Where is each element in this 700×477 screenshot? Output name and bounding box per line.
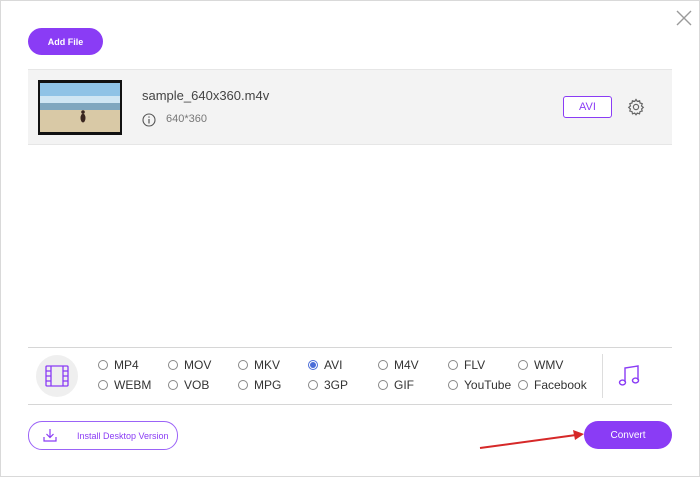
format-option-facebook[interactable]: Facebook (518, 378, 587, 392)
format-label: VOB (184, 378, 210, 392)
video-film-icon (45, 365, 69, 387)
format-label: FLV (464, 358, 486, 372)
radio-button[interactable] (308, 380, 318, 390)
format-label: MP4 (114, 358, 139, 372)
music-note-icon[interactable] (616, 363, 642, 389)
radio-button[interactable] (378, 360, 388, 370)
format-label: WEBM (114, 378, 152, 392)
annotation-arrow (479, 430, 584, 449)
install-desktop-label: Install Desktop Version (77, 431, 169, 441)
radio-button[interactable] (448, 360, 458, 370)
radio-button[interactable] (238, 380, 248, 390)
divider (602, 354, 603, 398)
file-name: sample_640x360.m4v (142, 88, 270, 103)
radio-button[interactable] (238, 360, 248, 370)
radio-button[interactable] (168, 380, 178, 390)
format-option-youtube[interactable]: YouTube (448, 378, 511, 392)
info-icon[interactable] (142, 113, 156, 127)
format-option-mp4[interactable]: MP4 (98, 358, 139, 372)
format-option-mkv[interactable]: MKV (238, 358, 280, 372)
format-label: AVI (324, 358, 343, 372)
radio-button[interactable] (518, 380, 528, 390)
radio-button[interactable] (98, 380, 108, 390)
format-option-avi[interactable]: AVI (308, 358, 342, 372)
format-label: M4V (394, 358, 419, 372)
close-icon[interactable] (675, 9, 693, 27)
format-option-vob[interactable]: VOB (168, 378, 209, 392)
format-label: 3GP (324, 378, 349, 392)
video-thumbnail (38, 80, 122, 135)
output-format-button[interactable]: AVI (563, 96, 612, 118)
format-label: GIF (394, 378, 414, 392)
add-file-button[interactable]: Add File (28, 28, 103, 55)
format-option-3gp[interactable]: 3GP (308, 378, 348, 392)
format-option-gif[interactable]: GIF (378, 378, 414, 392)
format-option-webm[interactable]: WEBM (98, 378, 151, 392)
gear-icon[interactable] (627, 98, 645, 116)
format-label: MKV (254, 358, 281, 372)
video-tab[interactable] (36, 355, 78, 397)
radio-button[interactable] (98, 360, 108, 370)
format-option-m4v[interactable]: M4V (378, 358, 419, 372)
radio-button[interactable] (448, 380, 458, 390)
radio-button[interactable] (378, 380, 388, 390)
file-resolution: 640*360 (166, 113, 207, 125)
format-label: YouTube (464, 378, 512, 392)
download-icon (43, 429, 57, 442)
install-desktop-button[interactable]: Install Desktop Version (28, 421, 178, 450)
format-label: WMV (534, 358, 564, 372)
format-panel: MP4 MOV MKV AVI M4V FLV WMV WEBM VOB MPG… (28, 347, 672, 405)
format-label: MOV (184, 358, 212, 372)
convert-button[interactable]: Convert (584, 421, 672, 449)
radio-button[interactable] (518, 360, 528, 370)
format-option-mov[interactable]: MOV (168, 358, 211, 372)
file-row: sample_640x360.m4v 640*360 AVI (28, 69, 672, 145)
format-option-wmv[interactable]: WMV (518, 358, 563, 372)
format-option-flv[interactable]: FLV (448, 358, 485, 372)
format-label: Facebook (534, 378, 587, 392)
radio-button-selected[interactable] (308, 360, 318, 370)
format-option-mpg[interactable]: MPG (238, 378, 281, 392)
format-label: MPG (254, 378, 282, 392)
radio-button[interactable] (168, 360, 178, 370)
